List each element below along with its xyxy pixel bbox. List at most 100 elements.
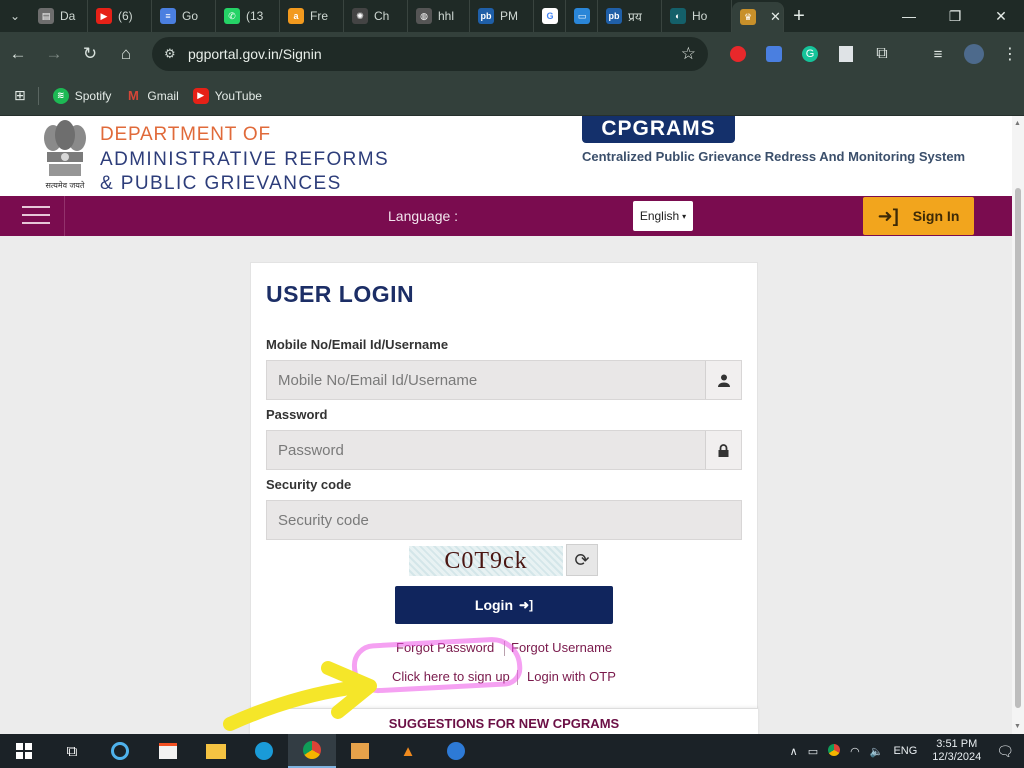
- chrome-menu-icon[interactable]: ⋮: [994, 38, 1024, 70]
- teal-icon: ◐: [670, 8, 686, 24]
- site-info-icon[interactable]: ⚙: [164, 46, 188, 62]
- extensions-area: G ⧉ ≡ ⋮: [722, 38, 1024, 70]
- task-view-icon[interactable]: ⧉: [48, 734, 96, 768]
- login-with-otp-link[interactable]: Login with OTP: [527, 669, 616, 684]
- forgot-username-link[interactable]: Forgot Username: [511, 640, 612, 655]
- browser-toolbar: ← → ↻ ⌂ ⚙ pgportal.gov.in/Signin ☆ G ⧉ ≡…: [0, 32, 1024, 76]
- sign-in-label: Sign In: [912, 208, 960, 224]
- forward-button[interactable]: →: [36, 36, 72, 72]
- input-language[interactable]: ENG: [893, 745, 917, 757]
- show-hidden-icons[interactable]: ∧: [790, 745, 798, 758]
- notifications-icon[interactable]: 🗨: [996, 743, 1014, 760]
- browser-tab[interactable]: ▭: [566, 0, 598, 32]
- close-window-button[interactable]: ✕: [978, 0, 1024, 32]
- browser-tab[interactable]: pb प्रय: [598, 0, 662, 32]
- language-dropdown[interactable]: English ▾: [633, 201, 693, 231]
- user-icon: [705, 361, 741, 399]
- tab-title: hhl: [438, 9, 455, 23]
- minimize-button[interactable]: —: [886, 0, 932, 32]
- scrollbar-thumb[interactable]: [1015, 188, 1021, 708]
- username-label: Mobile No/Email Id/Username: [266, 337, 449, 352]
- bookmark-star-icon[interactable]: ☆: [681, 44, 696, 64]
- web-page: सत्यमेव जयते DEPARTMENT OF ADMINISTRATIV…: [0, 116, 1012, 734]
- edge-icon[interactable]: [240, 734, 288, 768]
- browser-tab[interactable]: ≡ Go: [152, 0, 216, 32]
- extensions-puzzle-icon[interactable]: ⧉: [866, 38, 898, 70]
- browser-tab[interactable]: G: [534, 0, 566, 32]
- tab-search-button[interactable]: ⌄: [0, 0, 30, 32]
- translate-extension-icon[interactable]: [758, 38, 790, 70]
- chrome-taskbar-icon[interactable]: [288, 734, 336, 768]
- browser-tab[interactable]: ▶ (6): [88, 0, 152, 32]
- grammarly-extension-icon[interactable]: G: [794, 38, 826, 70]
- clock[interactable]: 3:51 PM 12/3/2024: [932, 738, 981, 764]
- scroll-up-icon[interactable]: ▲: [1014, 120, 1021, 127]
- app-blue-icon[interactable]: [432, 734, 480, 768]
- password-label: Password: [266, 407, 328, 422]
- back-button[interactable]: ←: [0, 36, 36, 72]
- file-explorer-icon[interactable]: [192, 734, 240, 768]
- profile-avatar-icon[interactable]: [958, 38, 990, 70]
- media-control-icon[interactable]: ≡: [922, 38, 954, 70]
- spotify-icon: ≋: [52, 87, 69, 104]
- wifi-icon[interactable]: ◠: [850, 745, 860, 758]
- language-value: English: [639, 209, 680, 223]
- dept-line-3: & PUBLIC GRIEVANCES: [100, 173, 342, 194]
- security-code-input[interactable]: [267, 501, 741, 539]
- home-button[interactable]: ⌂: [108, 36, 144, 72]
- youtube-icon: ▶: [96, 8, 112, 24]
- tab-strip: ⌄ ▤ Da ▶ (6) ≡ Go ✆ (13 a Fre ✺ Ch ◍ hhl pb PM G ▭ pb प्रय ◐…: [0, 0, 1024, 32]
- cpgrams-logo: CPGRAMS: [582, 116, 735, 143]
- username-input[interactable]: [267, 361, 705, 399]
- login-button-label: Login: [474, 597, 514, 613]
- pb-icon: pb: [606, 8, 622, 24]
- bookmark-youtube[interactable]: ▶ YouTube: [192, 87, 262, 104]
- bookmark-spotify[interactable]: ≋ Spotify: [52, 87, 112, 104]
- whatsapp-icon: ✆: [224, 8, 240, 24]
- sign-in-icon: ➜]: [877, 205, 899, 226]
- browser-tab[interactable]: pb PM: [470, 0, 534, 32]
- vlc-icon[interactable]: ▲: [384, 734, 432, 768]
- page-scrollbar[interactable]: ▲ ▼: [1012, 116, 1024, 734]
- cortana-icon[interactable]: [96, 734, 144, 768]
- reload-button[interactable]: ↻: [72, 36, 108, 72]
- password-input[interactable]: [267, 431, 705, 469]
- hamburger-menu-icon[interactable]: [22, 206, 50, 228]
- address-bar[interactable]: ⚙ pgportal.gov.in/Signin ☆: [152, 37, 708, 71]
- apps-grid-icon[interactable]: ⊞: [14, 87, 26, 104]
- browser-tab[interactable]: ✆ (13: [216, 0, 280, 32]
- start-windows-icon[interactable]: [0, 734, 48, 768]
- browser-tab[interactable]: ✺ Ch: [344, 0, 408, 32]
- sign-in-button[interactable]: ➜] Sign In: [863, 197, 974, 235]
- new-tab-button[interactable]: +: [784, 0, 814, 32]
- browser-tab[interactable]: ◍ hhl: [408, 0, 470, 32]
- restore-button[interactable]: ❐: [932, 0, 978, 32]
- volume-icon[interactable]: 🔈: [870, 745, 884, 758]
- media-player-icon[interactable]: [336, 734, 384, 768]
- browser-tab[interactable]: ◐ Ho: [662, 0, 732, 32]
- browser-tab[interactable]: a Fre: [280, 0, 344, 32]
- login-title: USER LOGIN: [266, 281, 415, 307]
- chrome-tray-icon[interactable]: [828, 743, 841, 759]
- globe-icon: ◍: [416, 8, 432, 24]
- refresh-captcha-icon[interactable]: ⟳: [566, 544, 598, 576]
- store-icon[interactable]: [144, 734, 192, 768]
- toolbar-divider: [902, 38, 918, 70]
- browser-tab[interactable]: ♛ ✕: [732, 2, 784, 32]
- close-tab-icon[interactable]: ✕: [770, 9, 781, 25]
- bookmark-gmail[interactable]: M Gmail: [125, 88, 179, 104]
- tab-title: प्रय: [628, 9, 642, 24]
- shield-extension-icon[interactable]: [722, 38, 754, 70]
- scroll-down-icon[interactable]: ▼: [1014, 723, 1021, 730]
- browser-tab[interactable]: ▤ Da: [30, 0, 88, 32]
- login-button[interactable]: Login ➜]: [395, 586, 613, 624]
- meet-icon[interactable]: ▭: [808, 745, 818, 758]
- lock-icon: [705, 431, 741, 469]
- security-code-field-group: [266, 500, 742, 540]
- clock-time: 3:51 PM: [936, 738, 978, 750]
- window-controls: — ❐ ✕: [886, 0, 1024, 32]
- bookmark-label: Gmail: [147, 88, 179, 103]
- page-extension-icon[interactable]: [830, 38, 862, 70]
- google-icon: G: [542, 8, 558, 24]
- bookmark-label: Spotify: [74, 88, 112, 103]
